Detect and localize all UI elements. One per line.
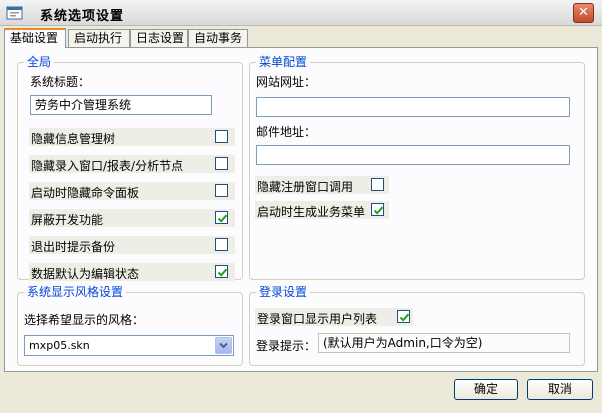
tab-label: 基础设置 <box>10 31 59 45</box>
app-window-icon <box>6 5 24 21</box>
option-label: 登录窗口显示用户列表 <box>257 312 378 326</box>
window-title: 系统选项设置 <box>40 9 125 24</box>
checkbox[interactable] <box>215 157 228 170</box>
tab-panel-basic: 全局 系统标题： 劳务中介管理系统 隐藏信息管理树 隐藏录入窗口/报表/分析节点… <box>4 47 598 372</box>
option-hide-entry-nodes[interactable]: 隐藏录入窗口/报表/分析节点 <box>29 155 235 173</box>
option-hide-command-panel[interactable]: 启动时隐藏命令面板 <box>29 182 235 200</box>
checkbox[interactable] <box>215 130 228 143</box>
option-label: 启动时隐藏命令面板 <box>31 186 140 200</box>
style-select[interactable]: mxp05.skn <box>24 335 234 356</box>
checkbox-checked[interactable] <box>371 203 384 216</box>
tab-startup[interactable]: 启动执行 <box>68 29 130 47</box>
checkbox[interactable] <box>215 184 228 197</box>
option-backup-on-exit[interactable]: 退出时提示备份 <box>29 236 235 254</box>
login-settings-group-title: 登录设置 <box>256 285 311 299</box>
close-icon: ✕ <box>578 5 589 20</box>
checkbox-checked[interactable] <box>215 211 228 224</box>
checkbox[interactable] <box>371 178 384 191</box>
option-generate-business-menu[interactable]: 启动时生成业务菜单 <box>255 201 389 219</box>
ok-button[interactable]: 确定 <box>454 379 518 400</box>
menu-config-group: 菜单配置 网站网址： 邮件地址： 隐藏注册窗口调用 启动时生成业务菜单 <box>249 55 585 280</box>
option-hide-register-window[interactable]: 隐藏注册窗口调用 <box>255 176 389 194</box>
option-label: 屏蔽开发功能 <box>31 213 104 227</box>
tab-label: 启动执行 <box>74 31 123 45</box>
option-show-user-list[interactable]: 登录窗口显示用户列表 <box>255 308 413 326</box>
login-hint-label: 登录提示： <box>256 339 317 353</box>
option-label: 退出时提示备份 <box>31 240 116 254</box>
option-label: 隐藏录入窗口/报表/分析节点 <box>31 159 184 173</box>
tab-label: 自动事务 <box>194 31 243 45</box>
close-button[interactable]: ✕ <box>573 3 594 23</box>
system-title-input[interactable]: 劳务中介管理系统 <box>30 95 212 115</box>
system-title-label: 系统标题： <box>30 75 91 89</box>
style-prompt-label: 选择希望显示的风格： <box>24 313 145 327</box>
option-label: 启动时生成业务菜单 <box>257 205 366 219</box>
tab-auto-tasks[interactable]: 自动事务 <box>188 29 248 47</box>
tab-log-settings[interactable]: 日志设置 <box>130 29 188 47</box>
display-style-group: 系统显示风格设置 选择希望显示的风格： mxp05.skn <box>17 285 243 366</box>
email-label: 邮件地址： <box>256 125 317 139</box>
checkbox-checked[interactable] <box>215 265 228 278</box>
check-icon <box>373 206 384 215</box>
login-hint-input[interactable]: (默认用户为Admin,口令为空) <box>318 333 570 353</box>
global-group: 全局 系统标题： 劳务中介管理系统 隐藏信息管理树 隐藏录入窗口/报表/分析节点… <box>17 55 243 281</box>
check-icon <box>217 268 228 277</box>
menu-config-group-title: 菜单配置 <box>256 55 311 69</box>
website-input[interactable] <box>256 97 570 117</box>
option-label: 隐藏信息管理树 <box>31 132 116 146</box>
checkbox[interactable] <box>215 238 228 251</box>
email-input[interactable] <box>256 145 570 165</box>
option-default-edit-mode[interactable]: 数据默认为编辑状态 <box>29 263 235 281</box>
tab-basic-settings[interactable]: 基础设置 <box>4 28 66 48</box>
option-hide-info-tree[interactable]: 隐藏信息管理树 <box>29 128 235 146</box>
checkbox-checked[interactable] <box>397 310 410 323</box>
title-bar[interactable]: 系统选项设置 ✕ <box>0 0 602 26</box>
display-style-group-title: 系统显示风格设置 <box>24 285 127 299</box>
tab-label: 日志设置 <box>136 31 185 45</box>
option-disable-dev-features[interactable]: 屏蔽开发功能 <box>29 209 235 227</box>
cancel-button[interactable]: 取消 <box>527 379 593 400</box>
global-group-title: 全局 <box>24 55 55 69</box>
option-label: 隐藏注册窗口调用 <box>257 180 354 194</box>
dropdown-button[interactable] <box>215 337 232 354</box>
login-settings-group: 登录设置 登录窗口显示用户列表 登录提示： (默认用户为Admin,口令为空) <box>249 285 585 366</box>
check-icon <box>217 214 228 223</box>
check-icon <box>399 313 410 322</box>
chevron-down-icon <box>219 342 228 349</box>
option-label: 数据默认为编辑状态 <box>31 267 140 281</box>
website-label: 网站网址： <box>256 75 317 89</box>
style-selected-value: mxp05.skn <box>29 339 90 352</box>
